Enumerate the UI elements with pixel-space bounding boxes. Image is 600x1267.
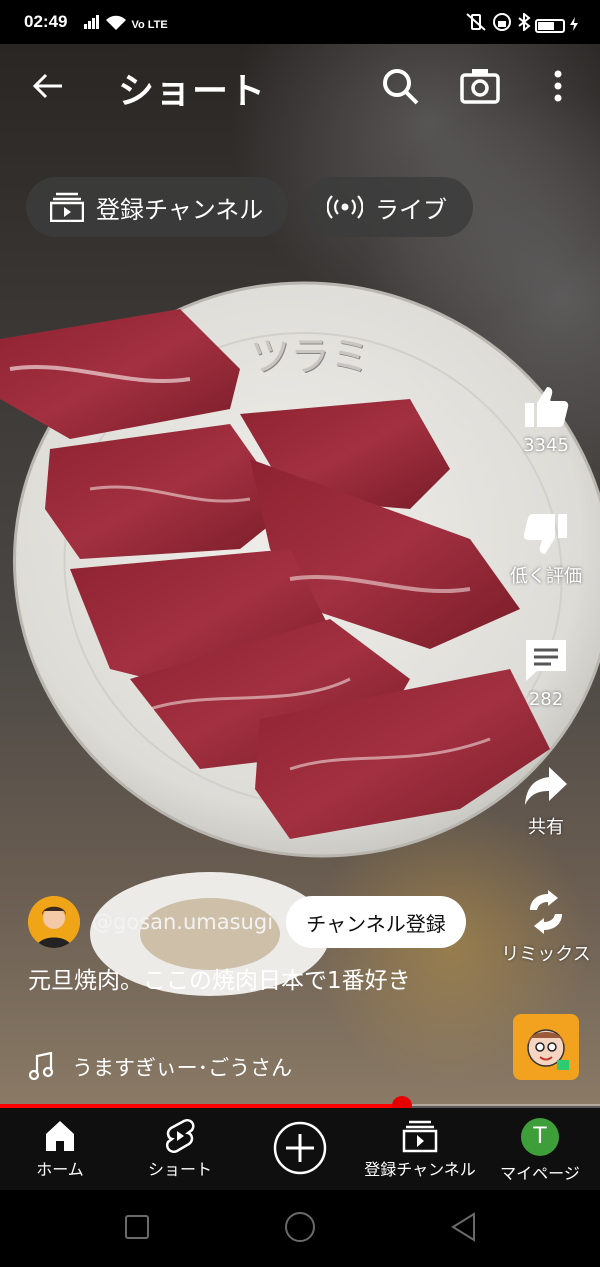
nav-subscriptions-label: 登録チャンネル	[364, 1160, 476, 1179]
video-caption[interactable]: 元旦焼肉。ここの焼肉日本で1番好き	[28, 966, 468, 996]
top-app-bar: ショート	[0, 44, 600, 124]
remix-button[interactable]: リミックス	[491, 890, 600, 966]
wifi-icon	[105, 15, 126, 30]
volte-label: Vo LTE	[131, 19, 168, 31]
status-time: 02:49	[24, 12, 68, 31]
user-avatar: T	[521, 1118, 559, 1156]
home-icon	[46, 1121, 74, 1151]
signal-icon: Vo LTE	[84, 14, 168, 34]
battery-icon	[535, 19, 566, 33]
system-navigation-bar	[0, 1190, 600, 1267]
page-title: ショート	[118, 71, 267, 112]
chip-subscriptions[interactable]: 登録チャンネル	[26, 177, 288, 237]
like-count: 3345	[523, 435, 569, 456]
dislike-button[interactable]: 低く評価	[491, 512, 600, 588]
nav-home-label: ホーム	[36, 1160, 84, 1179]
share-label: 共有	[528, 817, 564, 838]
sound-thumbnail[interactable]	[513, 1014, 579, 1080]
nav-my-page-label: マイページ	[500, 1164, 580, 1183]
thumbs-down-icon	[523, 514, 567, 554]
recent-apps-icon[interactable]	[124, 1214, 150, 1240]
dislike-label: 低く評価	[510, 566, 582, 587]
back-arrow-icon[interactable]	[28, 66, 68, 106]
nav-home[interactable]: ホーム	[0, 1118, 120, 1180]
sound-thumbnail-image	[527, 1029, 569, 1070]
shorts-icon	[166, 1119, 195, 1153]
live-broadcast-icon	[327, 195, 363, 219]
camera-icon[interactable]	[458, 64, 502, 108]
share-icon	[525, 767, 567, 805]
bottom-navigation: ホーム ショート 登録チャンネル T マイページ	[0, 1108, 600, 1190]
nav-shorts[interactable]: ショート	[120, 1118, 240, 1180]
back-triangle-icon[interactable]	[450, 1212, 478, 1242]
nav-subscriptions[interactable]: 登録チャンネル	[360, 1118, 480, 1180]
subscribe-button[interactable]: チャンネル登録	[286, 896, 466, 948]
create-plus-icon	[273, 1121, 327, 1175]
bluetooth-icon	[517, 11, 531, 33]
lock-rotation-icon	[492, 13, 511, 31]
more-options-icon[interactable]	[546, 66, 570, 106]
comment-count: 282	[528, 689, 564, 710]
like-button[interactable]: 3345	[491, 385, 600, 456]
chip-live-label: ライブ	[375, 195, 447, 224]
comment-icon	[526, 640, 566, 681]
thumbs-up-icon	[525, 387, 569, 427]
nav-shorts-label: ショート	[147, 1160, 212, 1179]
channel-avatar[interactable]	[28, 896, 80, 948]
nav-create[interactable]	[240, 1120, 360, 1180]
status-icons	[465, 11, 578, 36]
music-title[interactable]: うますぎぃー･ごうさん	[72, 1052, 292, 1082]
charging-icon	[570, 17, 578, 31]
remix-label: リミックス	[501, 944, 591, 965]
music-note-icon	[28, 1052, 54, 1080]
chip-live[interactable]: ライブ	[303, 177, 473, 237]
subscriptions-icon	[402, 1120, 438, 1153]
video-overlay-text: ツラミ	[250, 334, 370, 380]
search-icon[interactable]	[380, 66, 420, 106]
chip-subscriptions-label: 登録チャンネル	[96, 195, 264, 224]
comments-button[interactable]: 282	[491, 637, 600, 710]
channel-avatar-image	[28, 896, 80, 948]
vibrate-icon	[466, 13, 486, 31]
share-button[interactable]: 共有	[491, 765, 600, 839]
nav-my-page[interactable]: T マイページ	[480, 1118, 600, 1184]
channel-handle[interactable]: @gosan.umasugi	[92, 910, 273, 934]
remix-icon	[530, 890, 562, 934]
status-bar: 02:49 Vo LTE	[0, 0, 600, 44]
subscriptions-icon	[50, 192, 84, 222]
home-circle-icon[interactable]	[284, 1211, 316, 1243]
